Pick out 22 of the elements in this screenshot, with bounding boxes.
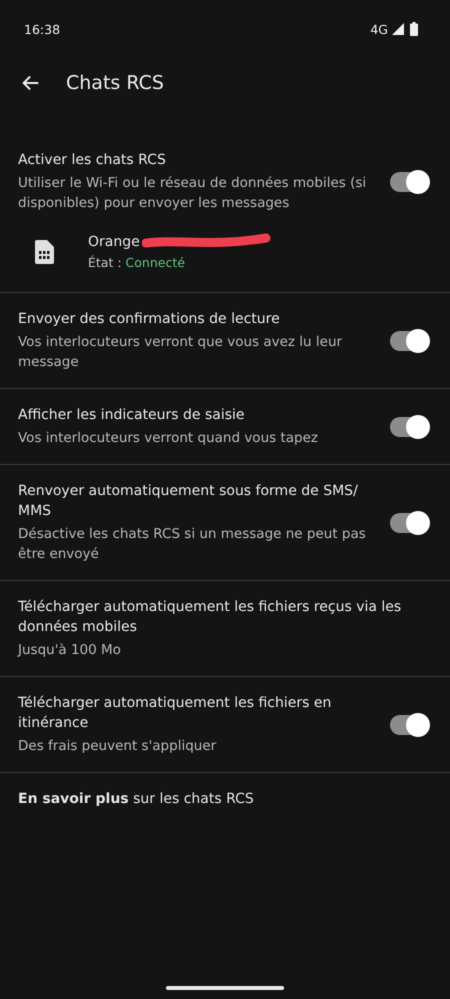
setting-title: Activer les chats RCS — [18, 151, 167, 170]
page-title: Chats RCS — [66, 72, 164, 94]
setting-description: Des frais peuvent s'appliquer — [18, 737, 218, 756]
signal-icon — [392, 23, 404, 35]
setting-title: Télécharger automatiquement les fichiers en itinérance — [18, 694, 332, 733]
setting-description: Vos interlocuteurs verront que vous avez lu leur message — [18, 333, 344, 372]
setting-title: Envoyer des confirmations de lecture — [18, 310, 281, 329]
setting-description: Utiliser le Wi-Fi ou le réseau de données mobiles (si disponibles) pour envoyer les messages — [18, 174, 368, 213]
setting-title: Afficher les indicateurs de saisie — [18, 406, 246, 425]
setting-description: Vos interlocuteurs verront quand vous tapez — [18, 429, 319, 448]
status-time: 16:38 — [24, 22, 60, 36]
setting-title: Renvoyer automatiquement sous forme de SMS/ MMS — [18, 482, 359, 521]
setting-title: Télécharger automatiquement les fichiers reçus via les données mobiles — [18, 598, 402, 637]
setting-description: Désactive les chats RCS si un message ne peut pas être envoyé — [18, 525, 367, 564]
battery-icon — [410, 22, 418, 36]
network-type: 4G — [370, 22, 388, 36]
setting-description: Jusqu'à 100 Mo — [18, 641, 122, 660]
state-label: État : — [88, 255, 122, 270]
learn-more-link[interactable]: En savoir plus sur les chats RCS — [0, 773, 450, 825]
sim-name: Orange — [88, 234, 140, 250]
connection-status: Connecté — [126, 255, 185, 270]
sim-card-icon — [34, 240, 54, 264]
